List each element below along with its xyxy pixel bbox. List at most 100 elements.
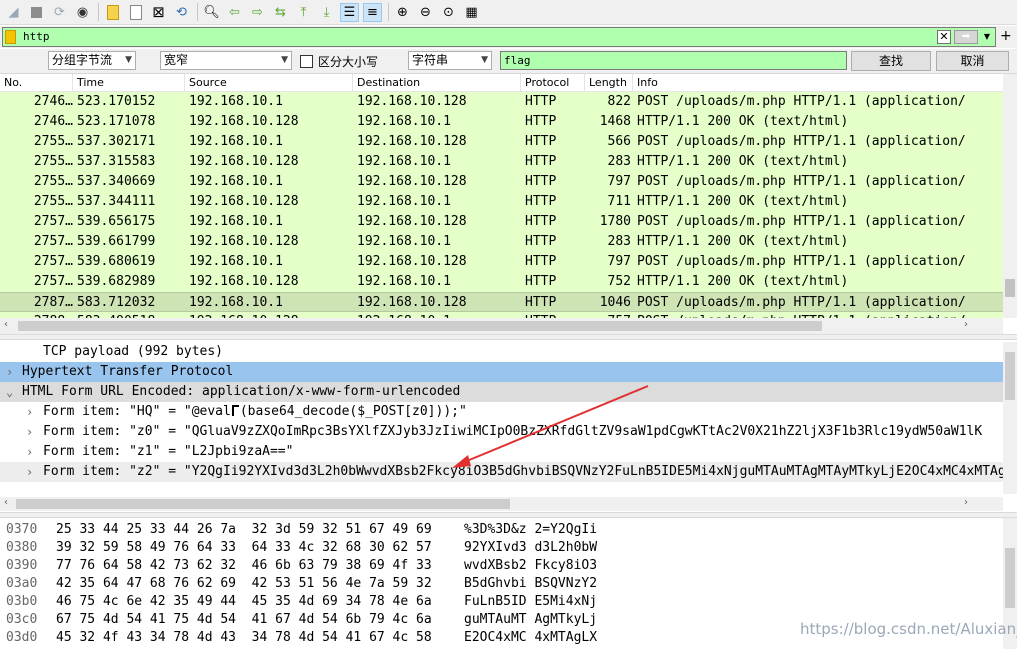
open-file-icon[interactable] [103,3,122,22]
column-header-length[interactable]: Length [585,74,633,92]
column-header-source[interactable]: Source [185,74,353,92]
bytes-row[interactable]: 0390 77 76 64 58 42 73 62 32 46 6b 63 79 … [0,557,1003,575]
chevron-right-icon[interactable]: › [26,442,38,462]
chevron-right-icon[interactable]: › [964,497,968,508]
reload-icon[interactable]: ⟲ [172,3,191,22]
bytes-row[interactable]: 0370 25 33 44 25 33 44 26 7a 32 3d 59 32 … [0,521,1003,539]
cell-source: 192.168.10.1 [189,94,283,109]
search-type-select[interactable]: 字符串 ▼ [408,51,492,70]
details-vertical-scrollbar[interactable] [1003,342,1017,494]
find-icon[interactable]: 🔍︎ [202,3,221,22]
bytes-row[interactable]: 03b0 46 75 4c 6e 42 35 49 44 45 35 4d 69 … [0,593,1003,611]
tree-item-form-z2[interactable]: › Form item: "z2" = "Y2QgIi92YXIvd3d3L2h… [0,462,1003,482]
scrollbar-thumb[interactable] [16,499,510,509]
details-horizontal-scrollbar[interactable]: ‹ › [0,497,1003,511]
display-filter-bar: http ✕ ➡ ▼ + [0,26,1017,48]
tree-item-tcp-payload[interactable]: TCP payload (992 bytes) [0,342,1003,362]
bookmark-icon[interactable] [5,30,16,44]
toolbar-separator [197,3,198,21]
forward-icon[interactable]: ⇨ [248,3,267,22]
packet-row[interactable]: 2757… 539.656175 192.168.10.1 192.168.10.12… [0,212,1003,232]
packet-row[interactable]: 2746… 523.171078 192.168.10.128 192.168.10.… [0,112,1003,132]
packet-row[interactable]: 2755… 537.344111 192.168.10.128 192.168.10.… [0,192,1003,212]
packet-row[interactable]: 2755… 537.315583 192.168.10.128 192.168.10.… [0,152,1003,172]
shark-fin-icon[interactable]: ◢ [4,3,23,22]
packet-row[interactable]: 2757… 539.661799 192.168.10.128 192.168.10.… [0,232,1003,252]
tree-item-form-z1[interactable]: › Form item: "z1" = "L2Jpbi9zaA==" [0,442,1003,462]
cell-info: POST /uploads/m.php HTTP/1.1 (applicatio… [637,94,966,109]
chevron-right-icon[interactable]: › [964,319,968,330]
filter-history-icon[interactable]: ▼ [981,30,993,44]
add-filter-button-icon[interactable]: + [1000,29,1012,43]
chevron-down-icon[interactable]: ⌄ [6,382,18,402]
search-in-select[interactable]: 分组字节流 ▼ [48,51,136,70]
restart-icon[interactable]: ⟳ [50,3,69,22]
chevron-right-icon[interactable]: › [26,462,38,482]
chevron-right-icon[interactable]: › [26,402,38,422]
chevron-left-icon[interactable]: ‹ [4,319,8,330]
scrollbar-thumb[interactable] [18,321,822,331]
packet-row[interactable]: 2757… 539.682989 192.168.10.128 192.168.10.… [0,272,1003,292]
column-header-destination[interactable]: Destination [353,74,521,92]
byte-ascii: wvdXBsb2 Fkcy8iO3 [464,558,598,573]
first-icon[interactable]: ⤒ [294,3,313,22]
byte-offset: 03a0 [6,576,38,591]
colorize-icon[interactable]: ≡ [363,2,382,22]
goto-icon[interactable]: ⇆ [271,3,290,22]
back-icon[interactable]: ⇦ [225,3,244,22]
find-button[interactable]: 查找 [851,51,931,71]
scrollbar-thumb[interactable] [1005,548,1015,608]
packet-row[interactable]: 2787… 583.712032 192.168.10.1 192.168.10.12… [0,292,1003,312]
display-filter-input[interactable]: http [23,30,50,43]
bytes-row[interactable]: 03a0 42 35 64 47 68 76 62 69 42 53 51 56 … [0,575,1003,593]
packet-row[interactable]: 2755… 537.340669 192.168.10.1 192.168.10.12… [0,172,1003,192]
options-icon[interactable]: ◉ [73,3,92,22]
cell-time: 539.682989 [77,274,156,289]
column-header-time[interactable]: Time [73,74,185,92]
packet-list-vertical-scrollbar[interactable] [1003,74,1017,318]
chevron-right-icon[interactable]: › [26,422,38,442]
autoscroll-icon[interactable]: ☰ [340,2,359,22]
search-text-input[interactable]: flag [500,51,847,70]
cell-protocol: HTTP [525,174,557,189]
packet-row[interactable]: 2746… 523.170152 192.168.10.1 192.168.10.12… [0,92,1003,112]
cell-protocol: HTTP [525,254,557,269]
cell-time: 523.171078 [77,114,156,129]
packet-row[interactable]: 2757… 539.680619 192.168.10.1 192.168.10.12… [0,252,1003,272]
cancel-button[interactable]: 取消 [936,51,1009,71]
checkbox-box[interactable] [300,55,313,68]
zoom-in-icon[interactable]: ⊕ [393,3,412,22]
packet-row[interactable]: 2755… 537.302171 192.168.10.1 192.168.10.12… [0,132,1003,152]
byte-offset: 0390 [6,558,38,573]
cell-length: 283 [607,234,631,249]
chevron-left-icon[interactable]: ‹ [4,497,8,508]
bytes-row[interactable]: 0380 39 32 59 58 49 76 64 33 64 33 4c 32 … [0,539,1003,557]
stop-icon[interactable] [27,3,46,22]
scrollbar-thumb[interactable] [1005,352,1015,400]
zoom-out-icon[interactable]: ⊖ [416,3,435,22]
tree-item-form[interactable]: ⌄ HTML Form URL Encoded: application/x-w… [0,382,1003,402]
tree-item-form-z0[interactable]: › Form item: "z0" = "QGluaV9zZXQoImRpc3B… [0,422,1003,442]
resize-columns-icon[interactable]: ▦ [462,3,481,22]
zoom-normal-icon[interactable]: ⊙ [439,3,458,22]
display-filter-field[interactable]: http ✕ ➡ ▼ [2,27,996,47]
column-header-protocol[interactable]: Protocol [521,74,585,92]
tree-item-http[interactable]: › Hypertext Transfer Protocol [0,362,1003,382]
close-file-icon[interactable]: ⊠ [149,3,168,22]
charset-select[interactable]: 宽窄 ▼ [160,51,292,70]
save-file-icon[interactable] [126,3,145,22]
apply-filter-icon[interactable]: ➡ [954,30,978,44]
case-sensitive-checkbox[interactable]: 区分大小写 [300,53,378,70]
column-header-info[interactable]: Info [633,74,1003,92]
cell-time: 537.344111 [77,194,156,209]
tree-item-form-hq[interactable]: › Form item: "HQ" = "@eval (base64_decode… [0,402,1003,422]
pane-splitter[interactable] [0,334,1017,340]
cell-no: 2757… [33,274,73,289]
watermark: https://blog.csdn.net/Aluxian_ [800,620,1017,638]
clear-filter-icon[interactable]: ✕ [937,30,951,44]
column-header-no[interactable]: No. [0,74,73,92]
chevron-right-icon[interactable]: › [6,362,18,382]
scrollbar-thumb[interactable] [1005,279,1015,297]
last-icon[interactable]: ⤓ [317,3,336,22]
packet-list-horizontal-scrollbar[interactable]: ‹ › [0,318,1003,334]
